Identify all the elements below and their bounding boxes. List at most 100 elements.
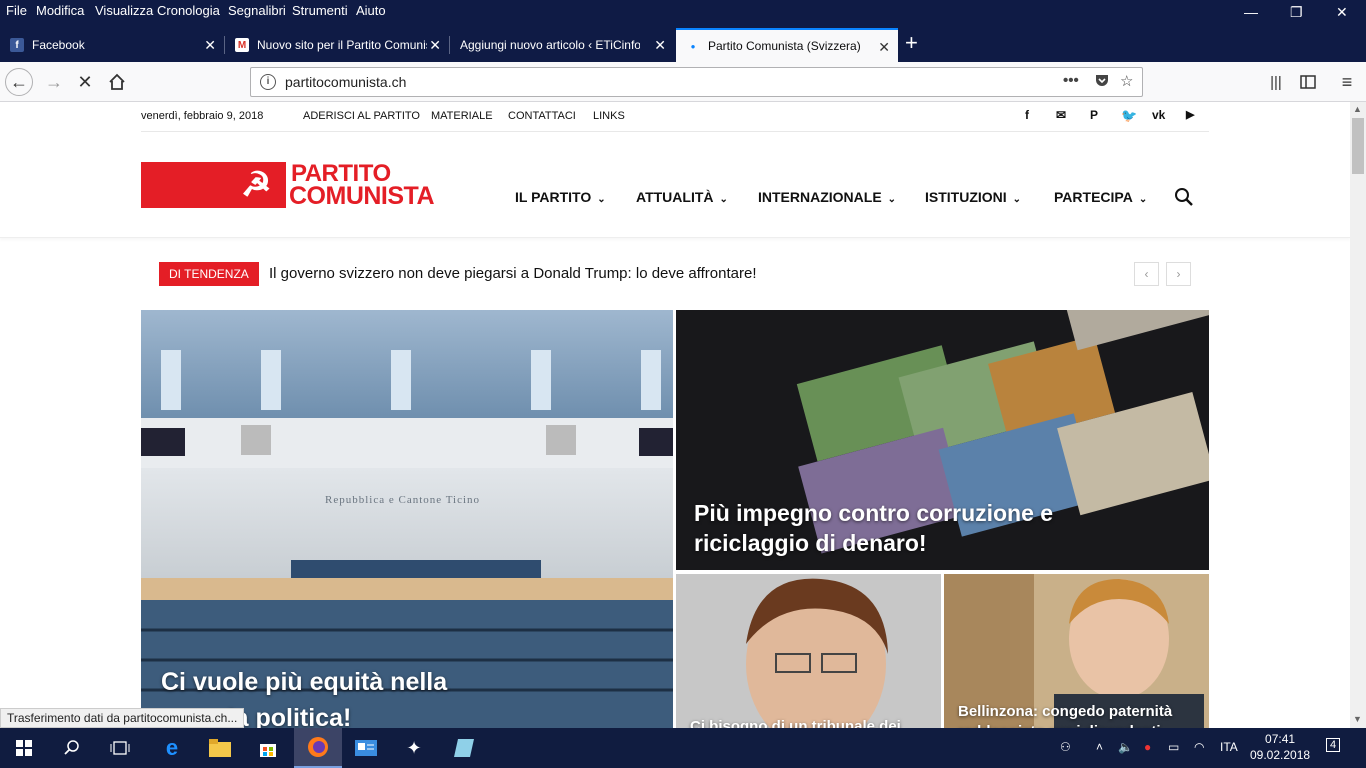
web-page: venerdì, febbraio 9, 2018 ADERISCI AL PA… [0, 102, 1350, 728]
menu-visualizza[interactable]: Visualizza [95, 3, 153, 18]
language-indicator[interactable]: ITA [1220, 740, 1238, 754]
nav-internazionale[interactable]: INTERNAZIONALE ⌄ [758, 189, 896, 205]
url-bar[interactable]: i partitocomunista.ch ••• ☆ [250, 67, 1143, 97]
image-caption: Repubblica e Cantone Ticino [325, 494, 481, 506]
clock-time: 07:41 [1265, 732, 1296, 746]
notification-center-icon[interactable]: 4 [1326, 738, 1341, 752]
library-icon[interactable]: ||| [1262, 68, 1290, 96]
article-title[interactable]: Ci bisogno di un tribunale dei [690, 718, 930, 728]
chevron-down-icon: ⌄ [597, 194, 606, 205]
edge-icon[interactable]: e [148, 728, 196, 768]
nav-label: IL PARTITO [515, 189, 592, 205]
menu-aiuto[interactable]: Aiuto [356, 3, 386, 18]
article-title[interactable]: Più impegno contro corruzione e riciclag… [694, 498, 1094, 558]
chevron-up-icon[interactable]: ˄ [1096, 740, 1103, 754]
firefox-icon[interactable] [294, 728, 342, 768]
top-bar: venerdì, febbraio 9, 2018 ADERISCI AL PA… [141, 102, 1209, 132]
vk-icon[interactable]: vk [1152, 108, 1165, 122]
scroll-up-icon[interactable]: ▲ [1353, 104, 1362, 114]
forward-icon[interactable]: → [40, 68, 68, 96]
clock-date: 09.02.2018 [1250, 748, 1311, 762]
scrollbar-thumb[interactable] [1352, 118, 1364, 174]
volume-icon[interactable]: 🔈 [1118, 740, 1133, 754]
article-card-bellinzona[interactable]: Bellinzona: congedo paternità raddoppiat… [944, 574, 1209, 728]
article-card-main[interactable]: Repubblica e Cantone Ticino Ci vuole più… [141, 310, 673, 728]
search-icon[interactable] [48, 728, 96, 768]
site-info-icon[interactable]: i [260, 74, 276, 90]
trending-headline[interactable]: Il governo svizzero non deve piegarsi a … [269, 265, 757, 282]
windows-taskbar: e ✦ ⚇ ˄ 🔈 ● ▭ ◠ ITA 07:41 09.02.2018 4 [0, 728, 1366, 768]
file-explorer-icon[interactable] [196, 728, 244, 768]
wifi-icon[interactable]: ◠ [1194, 740, 1204, 754]
trending-next-button[interactable]: › [1166, 262, 1191, 286]
menu-cronologia[interactable]: Cronologia [157, 3, 220, 18]
tab-title: Facebook [32, 38, 85, 52]
article-card-corruption[interactable]: Più impegno contro corruzione e riciclag… [676, 310, 1209, 570]
sidebar-icon[interactable] [1294, 68, 1322, 96]
article-card-tribunal[interactable]: Ci bisogno di un tribunale dei [676, 574, 941, 728]
windows-start-icon[interactable] [0, 728, 48, 768]
close-tab-icon[interactable]: ✕ [204, 37, 216, 54]
nav-istituzioni[interactable]: ISTITUZIONI ⌄ [925, 189, 1021, 205]
logo-line-2: COMUNISTA [289, 182, 435, 210]
people-icon[interactable]: ⚇ [1060, 740, 1071, 754]
trending-badge: DI TENDENZA [159, 262, 259, 286]
youtube-icon[interactable]: ▶ [1186, 108, 1194, 121]
store-icon[interactable] [244, 728, 292, 768]
close-tab-icon[interactable]: ✕ [878, 39, 890, 56]
tab-title: Aggiungi nuovo articolo ‹ ETiCinfo [460, 38, 640, 52]
site-logo[interactable]: ☭ PARTITO COMUNISTA [141, 162, 441, 210]
url-text[interactable]: partitocomunista.ch [285, 74, 406, 90]
nav-il-partito[interactable]: IL PARTITO ⌄ [515, 189, 606, 205]
close-tab-icon[interactable]: ✕ [654, 37, 666, 54]
dropbox-icon[interactable]: ✦ [390, 728, 438, 768]
restore-icon[interactable]: ❐ [1290, 4, 1303, 21]
new-tab-icon[interactable]: + [905, 30, 918, 56]
nav-label: INTERNAZIONALE [758, 189, 882, 205]
bookmark-star-icon[interactable]: ☆ [1120, 72, 1133, 90]
trending-prev-button[interactable]: ‹ [1134, 262, 1159, 286]
hamburger-menu-icon[interactable]: ≡ [1333, 68, 1361, 96]
close-icon[interactable]: ✕ [1336, 4, 1348, 21]
nav-partecipa[interactable]: PARTECIPA ⌄ [1054, 189, 1147, 205]
link-materiale[interactable]: MATERIALE [431, 110, 493, 122]
notes-app-icon[interactable] [440, 728, 488, 768]
link-aderisci[interactable]: ADERISCI AL PARTITO [303, 110, 420, 122]
minimize-icon[interactable]: — [1244, 4, 1258, 20]
chevron-down-icon: ⌄ [1138, 194, 1148, 205]
tab-partito-comunista[interactable]: ● Partito Comunista (Svizzera) | C ✕ [676, 28, 898, 62]
home-icon[interactable] [103, 68, 131, 96]
page-actions-icon[interactable]: ••• [1063, 72, 1079, 89]
tab-wordpress[interactable]: Aggiungi nuovo articolo ‹ ETiCinfo ✕ [450, 28, 674, 62]
menu-segnalibri[interactable]: Segnalibri [228, 3, 286, 18]
site-header: ☭ PARTITO COMUNISTA IL PARTITO ⌄ ATTUALIT… [0, 132, 1350, 238]
back-icon[interactable]: ← [5, 68, 33, 96]
mail-icon[interactable]: ✉ [1056, 108, 1066, 122]
link-contattaci[interactable]: CONTATTACI [508, 110, 576, 122]
scroll-down-icon[interactable]: ▼ [1353, 714, 1362, 724]
close-tab-icon[interactable]: ✕ [429, 37, 441, 54]
pocket-icon[interactable] [1094, 72, 1110, 92]
tab-gmail[interactable]: M Nuovo sito per il Partito Comunista ✕ [225, 28, 449, 62]
facebook-icon[interactable]: f [1025, 108, 1029, 122]
facebook-icon: f [10, 38, 24, 52]
menu-modifica[interactable]: Modifica [36, 3, 84, 18]
tab-bar: f Facebook ✕ M Nuovo sito per il Partito… [0, 28, 1366, 62]
paypal-icon[interactable]: P [1090, 108, 1098, 122]
twitter-icon[interactable]: 🐦 [1121, 108, 1137, 124]
article-title[interactable]: Bellinzona: congedo paternità raddoppiat… [958, 702, 1198, 728]
menu-bar: File Modifica Visualizza Cronologia Segn… [0, 0, 1366, 28]
nav-attualita[interactable]: ATTUALITÀ ⌄ [636, 189, 728, 205]
link-links[interactable]: LINKS [593, 110, 625, 122]
menu-strumenti[interactable]: Strumenti [292, 3, 348, 18]
contacts-app-icon[interactable] [342, 728, 390, 768]
menu-file[interactable]: File [6, 3, 27, 18]
stop-icon[interactable]: ✕ [71, 68, 99, 96]
search-icon[interactable] [1174, 187, 1194, 207]
tab-facebook[interactable]: f Facebook ✕ [0, 28, 224, 62]
battery-icon[interactable]: ▭ [1168, 740, 1179, 754]
page-scrollbar[interactable]: ▲ ▼ [1350, 102, 1366, 728]
task-view-icon[interactable] [96, 728, 144, 768]
antivirus-icon[interactable]: ● [1144, 740, 1151, 754]
system-clock[interactable]: 07:41 09.02.2018 [1250, 731, 1310, 763]
